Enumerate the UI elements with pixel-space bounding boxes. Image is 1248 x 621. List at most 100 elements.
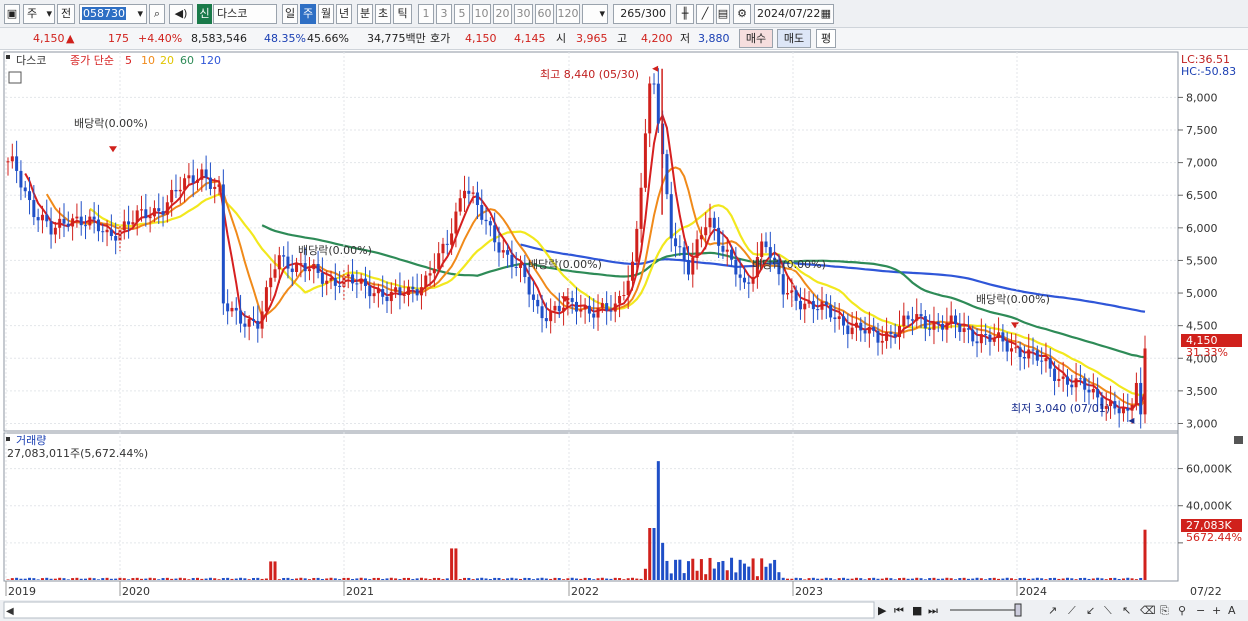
volume-bar (523, 577, 527, 580)
candle-body (290, 268, 294, 272)
volume-bar (919, 578, 923, 580)
layout-icon[interactable]: ▣ (4, 4, 20, 24)
interval-select[interactable]: ▾ (582, 4, 608, 24)
price-tick-label: 6,000 (1186, 222, 1218, 235)
avg-button[interactable]: 평 (816, 29, 836, 48)
volume-bar (325, 578, 329, 580)
interval-60[interactable]: 60 (535, 4, 554, 24)
candle-body (213, 186, 217, 189)
candle-body (583, 305, 587, 310)
volume-bar (441, 579, 445, 580)
crosshair-icon[interactable]: ↗ (1048, 604, 1057, 617)
fibo-icon[interactable]: ⟍ (1104, 604, 1112, 617)
interval-10[interactable]: 10 (472, 4, 491, 24)
volume-bar (971, 578, 975, 580)
candle-body (889, 332, 893, 334)
candle-body (600, 303, 604, 308)
volume-bar (587, 578, 591, 580)
volume-bar (200, 578, 204, 580)
prev-icon[interactable]: ⏮ (894, 604, 904, 617)
volume-bar (230, 578, 234, 580)
gear-icon[interactable]: ⚙ (733, 4, 751, 24)
panel-close-icon[interactable] (1234, 436, 1243, 444)
tab-tick[interactable]: 틱 (393, 4, 412, 24)
scroll-left-icon[interactable]: ◀ (6, 606, 14, 617)
tab-month[interactable]: 월 (318, 4, 334, 24)
tab-day[interactable]: 일 (282, 4, 298, 24)
interval-120[interactable]: 120 (556, 4, 580, 24)
grid-toggle-icon[interactable] (8, 71, 22, 84)
arrow-tool-icon[interactable]: ↖ (1122, 604, 1131, 617)
tab-second[interactable]: 초 (375, 4, 391, 24)
zoom-handle[interactable] (1014, 603, 1022, 617)
tab-year[interactable]: 년 (336, 4, 352, 24)
interval-3[interactable]: 3 (436, 4, 452, 24)
chart-area[interactable]: 3,000 3,500 4,000 4,500 5,000 5,500 6,000 6,500… (0, 50, 1248, 621)
volume-bar (346, 577, 350, 580)
next-icon[interactable]: ⏭ (928, 604, 938, 617)
interval-20[interactable]: 20 (493, 4, 512, 24)
candle-body (204, 169, 208, 178)
font-size-icon[interactable]: A (1228, 604, 1236, 617)
save-icon[interactable]: ▤ (716, 4, 730, 24)
candle-body (751, 277, 755, 284)
zoom-icon[interactable]: ⚲ (1178, 604, 1186, 617)
candle-body (316, 263, 320, 273)
interval-1[interactable]: 1 (418, 4, 434, 24)
candle-body (579, 309, 583, 312)
volume-bar (45, 577, 49, 580)
candle-body (131, 222, 135, 225)
volume-bar (1044, 579, 1048, 580)
tab-week[interactable]: 주 (300, 4, 316, 24)
volume-bar (226, 577, 230, 580)
up-arrow-icon: ▲ (66, 32, 75, 45)
play-icon[interactable]: ▶ (878, 604, 887, 617)
candle-body (428, 273, 432, 276)
trend-icon[interactable]: ⟋ (1068, 604, 1076, 617)
volume-bar (1126, 577, 1130, 580)
zoom-out-icon[interactable]: − (1196, 604, 1205, 617)
bar-count-value: 265 (620, 7, 642, 20)
volume-bar (480, 577, 484, 580)
copy-icon[interactable]: ⎘ (1160, 604, 1169, 617)
volume-bar (721, 560, 725, 580)
period-select[interactable]: 주 ▾ (23, 4, 55, 24)
candle-body (359, 278, 363, 284)
stock-name-field[interactable]: 다스코 (213, 4, 277, 24)
tab-minute[interactable]: 분 (357, 4, 373, 24)
sell-button[interactable]: 매도 (777, 29, 811, 48)
volume-bar (247, 579, 251, 580)
interval-30[interactable]: 30 (514, 4, 533, 24)
volume-bar (105, 577, 109, 580)
stock-code-input[interactable]: 058730 ▾ (79, 4, 147, 24)
candle-body (949, 315, 953, 323)
volume-bar (1104, 579, 1108, 580)
candle-body (75, 216, 79, 219)
line-tool-icon[interactable]: ↙ (1086, 604, 1095, 617)
stop-icon[interactable]: ■ (912, 604, 922, 617)
volume-bar (928, 578, 932, 580)
bar-count-input[interactable]: 265/300 (613, 4, 671, 24)
turnover-value: 45.66% (307, 32, 349, 45)
candle-body (66, 223, 70, 227)
draw-line-icon[interactable]: ╱ (696, 4, 714, 24)
speaker-icon[interactable]: ◀) (169, 4, 193, 24)
erase-icon[interactable]: ⌫ (1140, 604, 1156, 617)
volume-bar (549, 578, 553, 580)
scrollbar-track[interactable] (3, 601, 875, 619)
volume-bar (277, 579, 281, 580)
prev-button[interactable]: 전 (57, 4, 75, 24)
candle-body (820, 301, 824, 310)
date-input[interactable]: 2024/07/22 ▦ (754, 4, 834, 24)
search-icon[interactable]: ⌕ (149, 4, 165, 24)
volume-bar (1100, 578, 1104, 580)
volume-bar (28, 577, 32, 580)
zoom-in-icon[interactable]: + (1212, 604, 1221, 617)
candle-body (876, 330, 880, 343)
interval-5[interactable]: 5 (454, 4, 470, 24)
buy-button[interactable]: 매수 (739, 29, 773, 48)
volume-bar (303, 578, 307, 580)
candle-body (1027, 349, 1031, 359)
candle-body (910, 319, 914, 321)
candle-icon[interactable]: ╫ (676, 4, 694, 24)
